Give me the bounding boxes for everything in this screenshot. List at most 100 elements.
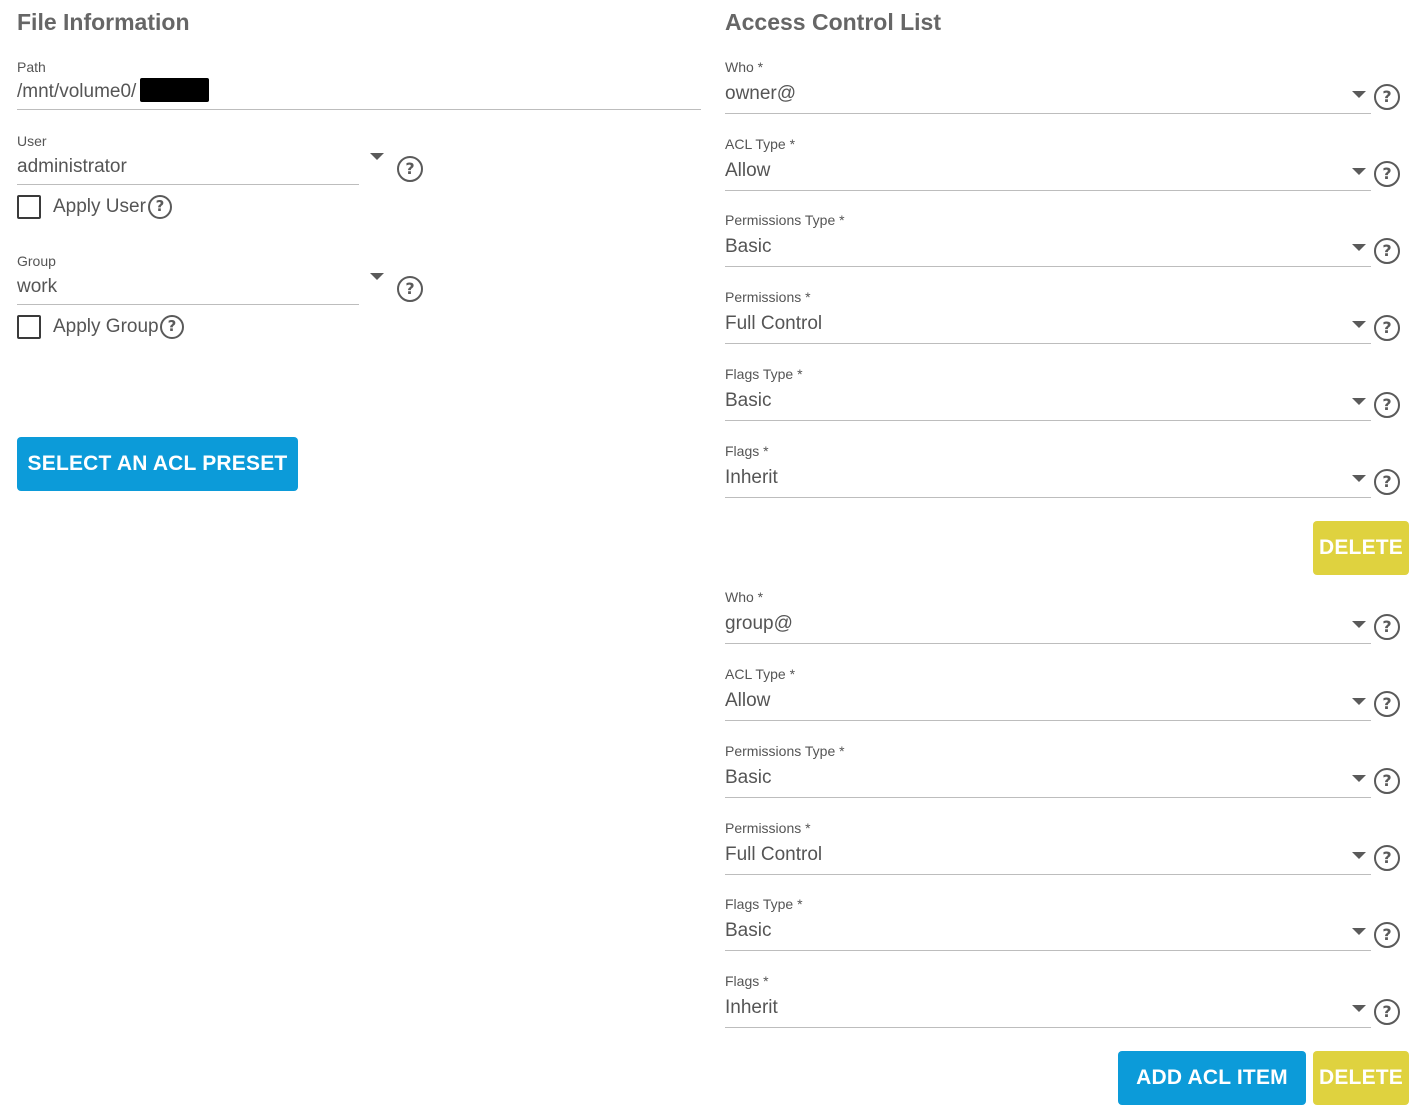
apply-user-checkbox[interactable] (17, 195, 41, 219)
acl-type-label: ACL Type * (725, 136, 796, 152)
path-label: Path (17, 59, 46, 75)
chevron-down-icon[interactable] (1352, 775, 1366, 782)
help-circle-icon[interactable]: ? (397, 276, 423, 302)
permissions-type-select[interactable]: Permissions Type * Basic (725, 212, 1375, 270)
flags-type-value: Basic (725, 920, 772, 941)
group-underline (17, 304, 359, 305)
permissions-type-underline (725, 266, 1371, 267)
access-control-list-title: Access Control List (725, 9, 941, 35)
acl-type-underline (725, 190, 1371, 191)
who-label: Who * (725, 59, 764, 75)
apply-group-checkbox[interactable] (17, 315, 41, 339)
chevron-down-icon[interactable] (1352, 475, 1366, 482)
flags-select[interactable]: Flags * Inherit (725, 443, 1375, 501)
chevron-down-icon[interactable] (370, 273, 384, 280)
user-select[interactable]: User administrator (17, 133, 387, 191)
permissions-select[interactable]: Permissions * Full Control (725, 289, 1375, 347)
permissions-underline (725, 874, 1371, 875)
who-select[interactable]: Who * owner@ (725, 59, 1375, 117)
permissions-value: Full Control (725, 844, 823, 865)
flags-underline (725, 497, 1371, 498)
group-label: Group (17, 253, 56, 269)
flags-label: Flags * (725, 443, 769, 459)
help-circle-icon[interactable]: ? (1374, 84, 1400, 110)
flags-value: Inherit (725, 997, 778, 1018)
flags-value: Inherit (725, 467, 778, 488)
chevron-down-icon[interactable] (1352, 928, 1366, 935)
help-circle-icon[interactable]: ? (148, 195, 172, 219)
path-value: /mnt/volume0/ (17, 81, 137, 102)
group-value: work (17, 276, 58, 297)
flags-type-label: Flags Type * (725, 896, 803, 912)
help-circle-icon[interactable]: ? (1374, 768, 1400, 794)
delete-acl-item-button[interactable]: DELETE (1313, 1051, 1409, 1105)
file-information-title: File Information (17, 9, 190, 35)
apply-user-label: Apply User (53, 196, 146, 217)
chevron-down-icon[interactable] (1352, 91, 1366, 98)
flags-type-value: Basic (725, 390, 772, 411)
chevron-down-icon[interactable] (1352, 1005, 1366, 1012)
path-field[interactable]: Path /mnt/volume0/ (17, 59, 701, 115)
who-select[interactable]: Who * group@ (725, 589, 1375, 647)
acl-type-value: Allow (725, 690, 771, 711)
acl-type-value: Allow (725, 160, 771, 181)
acl-type-select[interactable]: ACL Type * Allow (725, 666, 1375, 724)
user-underline (17, 184, 359, 185)
help-circle-icon[interactable]: ? (1374, 691, 1400, 717)
chevron-down-icon[interactable] (1352, 244, 1366, 251)
delete-acl-item-button[interactable]: DELETE (1313, 521, 1409, 575)
user-value: administrator (17, 156, 127, 177)
permissions-label: Permissions * (725, 820, 811, 836)
help-circle-icon[interactable]: ? (1374, 392, 1400, 418)
who-label: Who * (725, 589, 764, 605)
chevron-down-icon[interactable] (370, 153, 384, 160)
permissions-label: Permissions * (725, 289, 811, 305)
permissions-underline (725, 343, 1371, 344)
permissions-select[interactable]: Permissions * Full Control (725, 820, 1375, 878)
flags-type-label: Flags Type * (725, 366, 803, 382)
chevron-down-icon[interactable] (1352, 321, 1366, 328)
permissions-value: Full Control (725, 313, 823, 334)
add-acl-item-button[interactable]: ADD ACL ITEM (1118, 1051, 1306, 1105)
who-underline (725, 643, 1371, 644)
chevron-down-icon[interactable] (1352, 852, 1366, 859)
who-underline (725, 113, 1371, 114)
help-circle-icon[interactable]: ? (397, 156, 423, 182)
flags-select[interactable]: Flags * Inherit (725, 973, 1375, 1031)
flags-type-select[interactable]: Flags Type * Basic (725, 366, 1375, 424)
flags-type-underline (725, 950, 1371, 951)
help-circle-icon[interactable]: ? (1374, 238, 1400, 264)
flags-label: Flags * (725, 973, 769, 989)
chevron-down-icon[interactable] (1352, 621, 1366, 628)
acl-type-select[interactable]: ACL Type * Allow (725, 136, 1375, 194)
who-value: owner@ (725, 83, 797, 104)
help-circle-icon[interactable]: ? (160, 315, 184, 339)
permissions-type-label: Permissions Type * (725, 743, 845, 759)
user-label: User (17, 133, 47, 149)
chevron-down-icon[interactable] (1352, 698, 1366, 705)
select-acl-preset-button[interactable]: SELECT AN ACL PRESET (17, 437, 298, 491)
apply-group-label: Apply Group (53, 316, 159, 337)
help-circle-icon[interactable]: ? (1374, 614, 1400, 640)
permissions-type-value: Basic (725, 767, 772, 788)
redaction-block (140, 78, 209, 102)
help-circle-icon[interactable]: ? (1374, 469, 1400, 495)
help-circle-icon[interactable]: ? (1374, 161, 1400, 187)
help-circle-icon[interactable]: ? (1374, 999, 1400, 1025)
permissions-type-label: Permissions Type * (725, 212, 845, 228)
chevron-down-icon[interactable] (1352, 398, 1366, 405)
group-select[interactable]: Group work (17, 253, 387, 311)
help-circle-icon[interactable]: ? (1374, 922, 1400, 948)
permissions-type-select[interactable]: Permissions Type * Basic (725, 743, 1375, 801)
permissions-type-underline (725, 797, 1371, 798)
help-circle-icon[interactable]: ? (1374, 315, 1400, 341)
acl-type-label: ACL Type * (725, 666, 796, 682)
flags-type-underline (725, 420, 1371, 421)
help-circle-icon[interactable]: ? (1374, 845, 1400, 871)
permissions-type-value: Basic (725, 236, 772, 257)
flags-type-select[interactable]: Flags Type * Basic (725, 896, 1375, 954)
flags-underline (725, 1027, 1371, 1028)
path-underline (17, 109, 701, 110)
chevron-down-icon[interactable] (1352, 168, 1366, 175)
who-value: group@ (725, 613, 793, 634)
